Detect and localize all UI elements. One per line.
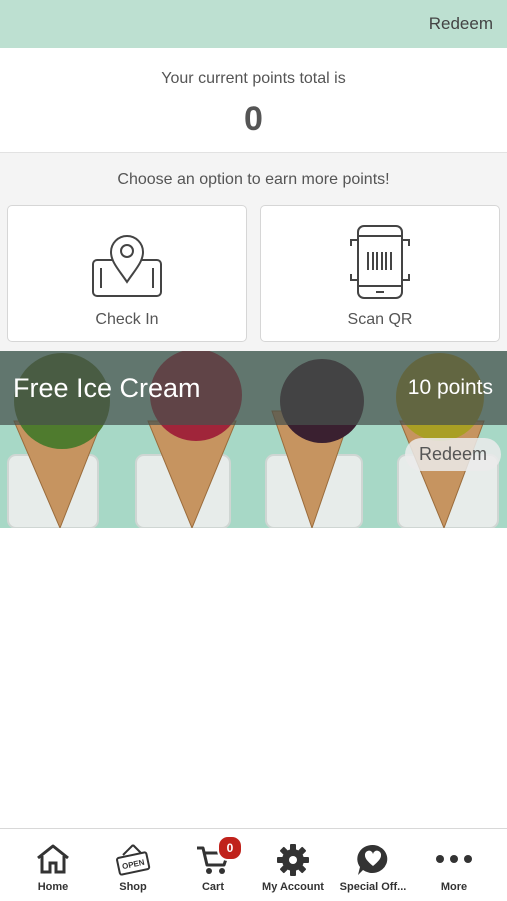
points-summary: Your current points total is 0 xyxy=(0,48,507,152)
tab-my-account-label: My Account xyxy=(262,881,324,893)
redeem-header-button[interactable]: Redeem xyxy=(429,14,493,34)
phone-location-pin-icon xyxy=(92,235,162,297)
tab-special-offers[interactable]: Special Off... xyxy=(333,829,413,901)
gear-icon xyxy=(277,844,309,876)
open-sign-icon: OPEN xyxy=(116,844,151,876)
tab-shop[interactable]: OPEN Shop xyxy=(93,829,173,901)
earn-points-section: Choose an option to earn more points! Ch… xyxy=(0,152,507,351)
heart-bubble-icon xyxy=(357,844,388,875)
tab-special-offers-label: Special Off... xyxy=(339,881,407,893)
tab-more-label: More xyxy=(440,881,468,893)
tab-home-label: Home xyxy=(37,881,69,893)
tab-shop-label: Shop xyxy=(119,881,147,893)
tab-cart-label: Cart xyxy=(201,881,224,893)
reward-points: 10 points xyxy=(407,376,493,399)
redeem-reward-button[interactable]: Redeem xyxy=(405,438,501,471)
check-in-label: Check In xyxy=(95,311,159,328)
more-dots-icon xyxy=(436,855,472,863)
reward-title: Free Ice Cream xyxy=(13,373,201,403)
points-label: Your current points total is xyxy=(161,70,346,87)
tab-my-account[interactable]: My Account xyxy=(253,829,333,901)
reward-card[interactable]: Free Ice Cream 10 points Redeem xyxy=(0,351,507,528)
phone-barcode-scan-icon xyxy=(350,225,410,299)
tab-home[interactable]: Home xyxy=(13,829,93,901)
bottom-tab-bar: Home OPEN Shop 0 Cart My Account Special… xyxy=(0,828,507,901)
earn-prompt: Choose an option to earn more points! xyxy=(117,171,390,188)
scan-qr-label: Scan QR xyxy=(347,311,413,328)
tab-cart[interactable]: 0 Cart xyxy=(173,829,253,901)
points-value: 0 xyxy=(244,100,263,138)
cart-badge: 0 xyxy=(217,835,243,861)
check-in-button[interactable]: Check In xyxy=(7,205,247,342)
home-icon xyxy=(37,844,69,874)
top-bar: Redeem xyxy=(0,0,507,48)
scan-qr-button[interactable]: Scan QR xyxy=(260,205,500,342)
tab-more[interactable]: More xyxy=(414,829,494,901)
